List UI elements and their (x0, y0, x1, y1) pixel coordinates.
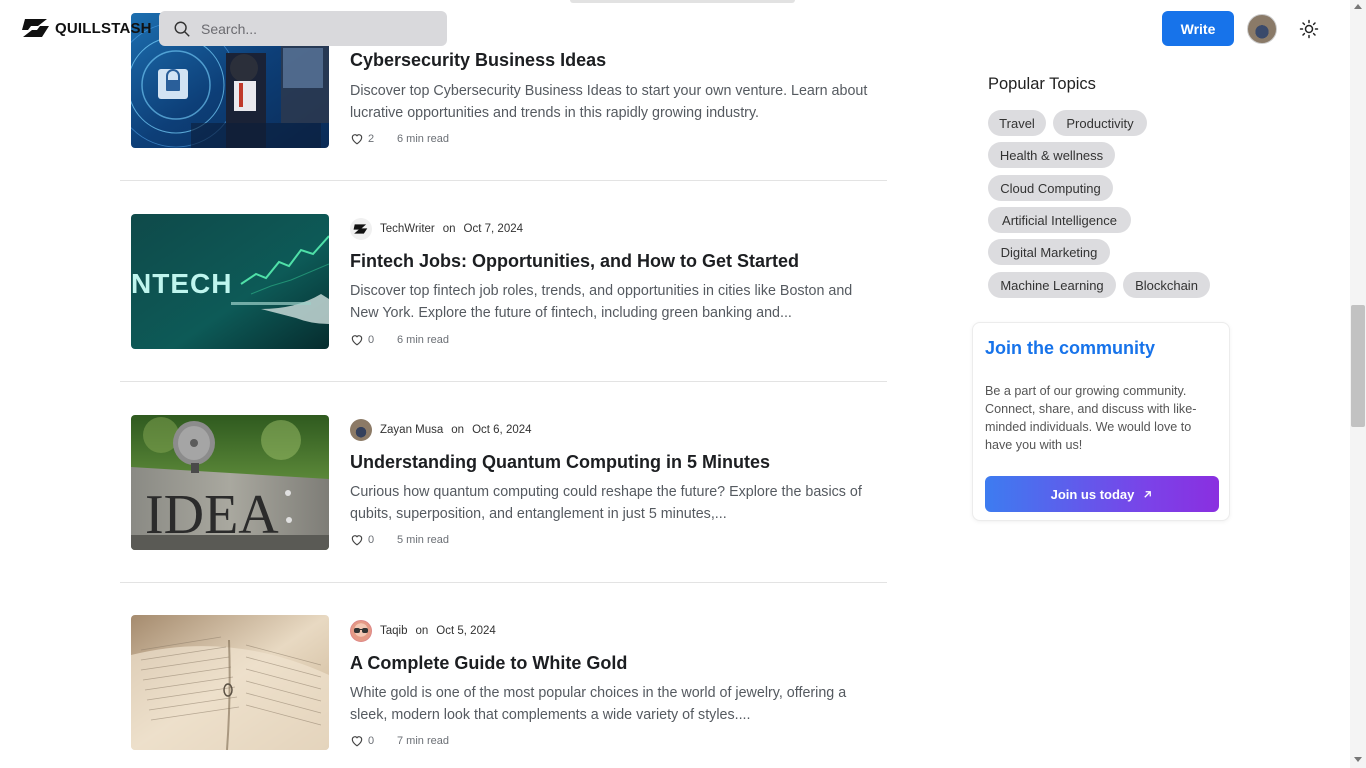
tag-health-wellness[interactable]: Health & wellness (988, 142, 1115, 168)
like-count: 2 (368, 132, 375, 145)
top-nav: QUILLSTASH Write (0, 0, 1350, 57)
like-count: 0 (368, 533, 375, 546)
community-description: Be a part of our growing community. Conn… (985, 384, 1197, 452)
svg-text:NTECH: NTECH (131, 268, 232, 299)
heart-icon[interactable] (350, 734, 364, 747)
article-excerpt: Discover top Cybersecurity Business Idea… (350, 83, 868, 121)
arrow-up-right-icon (1144, 490, 1152, 498)
community-title: Join the community (985, 338, 1156, 358)
like-count: 0 (368, 333, 375, 346)
like-button[interactable]: 0 (350, 333, 397, 346)
author-avatar[interactable] (350, 620, 372, 642)
publish-date: Oct 6, 2024 (472, 424, 532, 436)
search-input[interactable] (201, 20, 431, 37)
article-divider (120, 180, 887, 181)
like-button[interactable]: 0 (350, 533, 397, 546)
search-icon (174, 21, 190, 37)
join-us-button[interactable]: Join us today (985, 476, 1219, 512)
article-title[interactable]: Understanding Quantum Computing in 5 Min… (350, 452, 770, 473)
like-count: 0 (368, 734, 375, 747)
heart-icon[interactable] (350, 132, 364, 145)
fintech-image: NTECH (131, 214, 329, 349)
article-divider (120, 381, 887, 382)
article-excerpt: Curious how quantum computing could resh… (350, 484, 862, 522)
author-avatar[interactable] (350, 419, 372, 441)
tag-blockchain[interactable]: Blockchain (1123, 272, 1210, 298)
article-thumbnail[interactable]: IDEA (131, 415, 329, 550)
read-time: 5 min read (397, 533, 449, 546)
svg-text:IDEA: IDEA (145, 484, 279, 546)
article-meta: Taqib on Oct 5, 2024 (350, 620, 496, 642)
page: Cybersecurity Business Ideas Discover to… (0, 0, 1366, 768)
meta-on: on (442, 223, 456, 235)
tag-machine-learning[interactable]: Machine Learning (988, 272, 1116, 298)
search-bar[interactable] (159, 11, 447, 46)
tag-travel[interactable]: Travel (988, 110, 1046, 136)
author-name[interactable]: Zayan Musa (380, 424, 443, 436)
heart-icon[interactable] (350, 533, 364, 546)
tag-digital-marketing[interactable]: Digital Marketing (988, 239, 1110, 265)
read-time: 6 min read (397, 132, 449, 145)
quillstash-logo-icon (353, 224, 368, 234)
join-community-card: Join the community Be a part of our grow… (972, 322, 1230, 521)
heart-icon[interactable] (350, 333, 364, 346)
scrollbar-thumb[interactable] (1351, 305, 1365, 427)
open-book-ring-image (131, 615, 329, 750)
scroll-down-arrow-icon[interactable] (1354, 757, 1362, 762)
brand-logo[interactable]: QUILLSTASH (22, 18, 152, 38)
read-time: 7 min read (397, 734, 449, 747)
read-time: 6 min read (397, 333, 449, 346)
meta-on: on (451, 424, 465, 436)
article-excerpt: Discover top fintech job roles, trends, … (350, 283, 853, 321)
article-meta: Zayan Musa on Oct 6, 2024 (350, 419, 532, 441)
article-excerpt: White gold is one of the most popular ch… (350, 685, 847, 723)
article-stats: 2 6 min read (350, 132, 449, 145)
article-title[interactable]: A Complete Guide to White Gold (350, 653, 627, 674)
author-name[interactable]: Taqib (380, 625, 408, 637)
article-thumbnail[interactable] (131, 615, 329, 750)
article-meta: TechWriter on Oct 7, 2024 (350, 218, 523, 240)
sun-icon[interactable] (1299, 19, 1319, 39)
brand-name: QUILLSTASH (55, 19, 152, 37)
article-thumbnail[interactable]: NTECH (131, 214, 329, 349)
article-divider (120, 582, 887, 583)
article-stats: 0 6 min read (350, 333, 449, 346)
tag-productivity[interactable]: Productivity (1053, 110, 1147, 136)
sunglasses-icon (354, 628, 368, 633)
like-button[interactable]: 0 (350, 734, 397, 747)
author-avatar[interactable] (350, 218, 372, 240)
idea-wood-sign-image: IDEA (131, 415, 329, 550)
article-stats: 0 7 min read (350, 734, 449, 747)
meta-on: on (415, 625, 429, 637)
popular-topics-heading: Popular Topics (988, 75, 1096, 93)
article-stats: 0 5 min read (350, 533, 449, 546)
article-title[interactable]: Fintech Jobs: Opportunities, and How to … (350, 251, 799, 272)
tag-artificial-intelligence[interactable]: Artificial Intelligence (988, 207, 1131, 233)
author-name[interactable]: TechWriter (380, 223, 435, 235)
user-avatar[interactable] (1247, 14, 1277, 44)
join-us-label: Join us today (1050, 486, 1135, 502)
scroll-up-arrow-icon[interactable] (1354, 4, 1362, 9)
publish-date: Oct 5, 2024 (436, 625, 496, 637)
like-button[interactable]: 2 (350, 132, 397, 145)
tag-cloud-computing[interactable]: Cloud Computing (988, 175, 1113, 201)
quillstash-logo-icon (22, 19, 49, 37)
write-button[interactable]: Write (1162, 11, 1234, 46)
publish-date: Oct 7, 2024 (463, 223, 524, 235)
